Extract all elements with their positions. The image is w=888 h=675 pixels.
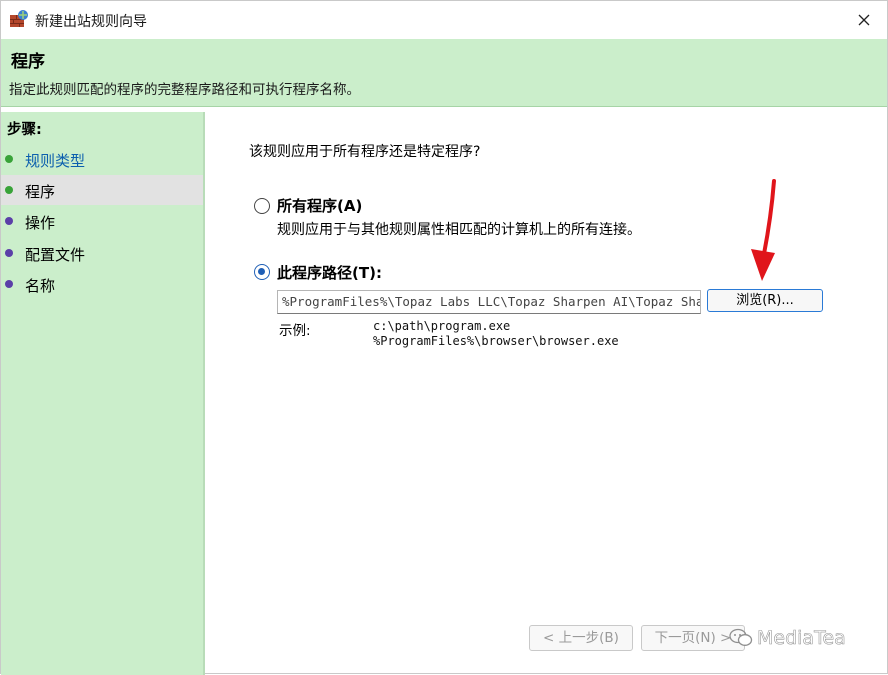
watermark-text: MediaTea — [757, 627, 846, 650]
step-action: 操作 — [1, 206, 203, 236]
back-button[interactable]: < 上一步(B) — [529, 625, 633, 651]
program-path-label[interactable]: 此程序路径(T): — [277, 262, 382, 283]
steps-panel: 步骤: 规则类型 程序 操作 配置文件 名称 — [1, 112, 205, 675]
step-bullet-icon — [5, 249, 13, 257]
annotation-arrow-icon — [751, 179, 776, 281]
all-programs-description: 规则应用于与其他规则属性相匹配的计算机上的所有连接。 — [277, 222, 641, 238]
example-line-1: c:\path\program.exe — [373, 319, 511, 333]
close-icon[interactable] — [851, 7, 877, 33]
question-text: 该规则应用于所有程序还是特定程序? — [249, 144, 481, 160]
wizard-window: 新建出站规则向导 程序 指定此规则匹配的程序的完整程序路径和可执行程序名称。 步… — [0, 0, 888, 675]
step-program[interactable]: 程序 — [1, 175, 203, 205]
step-bullet-icon — [5, 217, 13, 225]
example-line-2: %ProgramFiles%\browser\browser.exe — [373, 334, 619, 348]
step-bullet-icon — [5, 186, 13, 194]
step-label: 配置文件 — [25, 246, 86, 264]
step-label: 程序 — [25, 183, 56, 201]
step-profile: 配置文件 — [1, 238, 203, 268]
step-bullet-icon — [5, 280, 13, 288]
step-label: 名称 — [25, 277, 56, 295]
firewall-app-icon — [10, 10, 28, 27]
step-rule-type[interactable]: 规则类型 — [1, 144, 203, 174]
browse-button[interactable]: 浏览(R)... — [707, 289, 823, 312]
page-title: 程序 — [11, 52, 45, 72]
page-subtitle: 指定此规则匹配的程序的完整程序路径和可执行程序名称。 — [9, 82, 360, 98]
step-label: 规则类型 — [25, 152, 86, 170]
all-programs-radio[interactable] — [254, 198, 270, 214]
step-label: 操作 — [25, 214, 56, 232]
program-path-input[interactable]: %ProgramFiles%\Topaz Labs LLC\Topaz Shar… — [277, 290, 701, 314]
steps-title: 步骤: — [7, 122, 42, 138]
step-bullet-icon — [5, 155, 13, 163]
example-label: 示例: — [279, 323, 311, 339]
all-programs-label[interactable]: 所有程序(A) — [277, 195, 362, 216]
window-title: 新建出站规则向导 — [35, 14, 147, 30]
step-name: 名称 — [1, 269, 203, 299]
title-bar: 新建出站规则向导 — [1, 1, 887, 39]
wechat-icon — [729, 628, 753, 646]
program-path-radio[interactable] — [254, 264, 270, 280]
page-header: 程序 指定此规则匹配的程序的完整程序路径和可执行程序名称。 — [1, 39, 887, 107]
